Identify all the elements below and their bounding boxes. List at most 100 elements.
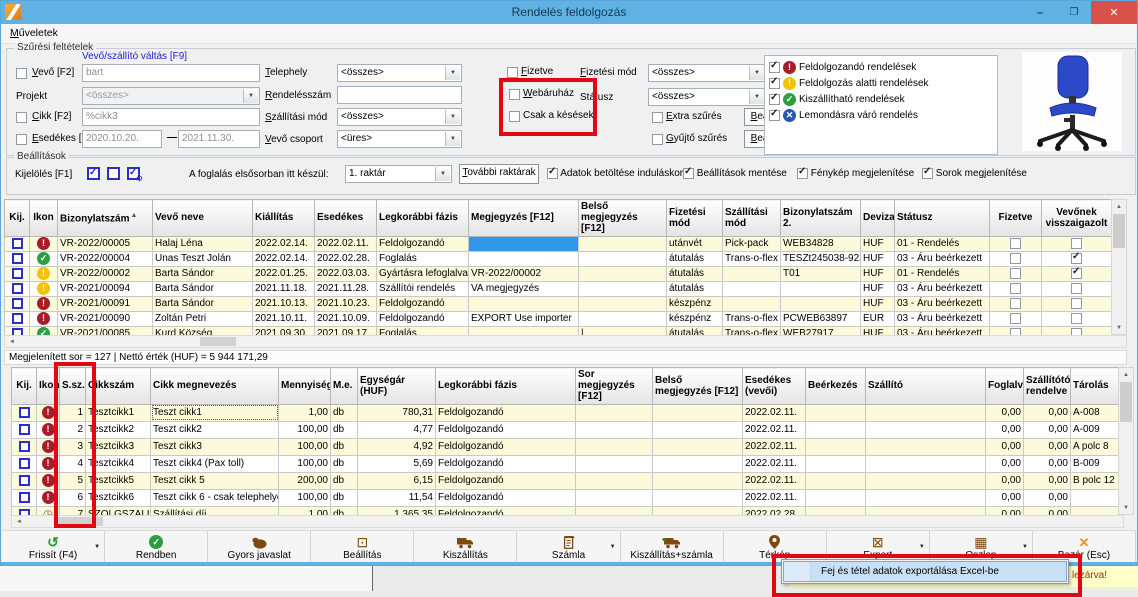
- cell-checkbox[interactable]: [1071, 313, 1082, 324]
- orders-cell[interactable]: WEB34828: [781, 236, 861, 251]
- menu-muveletek[interactable]: Műveletek: [2, 24, 66, 42]
- orders-cell[interactable]: 03 - Áru beérkezett: [895, 281, 990, 296]
- row-select-checkbox[interactable]: [12, 268, 23, 279]
- items-cell[interactable]: [576, 438, 653, 455]
- row-select-checkbox[interactable]: [12, 253, 23, 264]
- items-cell[interactable]: Tesztcikk6: [86, 489, 151, 506]
- items-cell[interactable]: Tesztcikk5: [86, 472, 151, 489]
- row-select-checkbox[interactable]: [19, 424, 30, 435]
- items-cell[interactable]: 2022.02.11.: [743, 404, 806, 421]
- items-cell[interactable]: 0,00: [1024, 404, 1071, 421]
- items-column-header[interactable]: Esedékes (vevői): [743, 368, 806, 405]
- rendelesszam-input[interactable]: [337, 86, 462, 104]
- orders-cell[interactable]: [5, 311, 30, 326]
- items-cell[interactable]: Feldolgozandó: [436, 421, 576, 438]
- orders-cell[interactable]: [1042, 266, 1112, 281]
- orders-column-header[interactable]: Kij.: [5, 200, 30, 237]
- orders-column-header[interactable]: Legkorábbi fázis: [377, 200, 469, 237]
- orders-cell[interactable]: VR-2022/00002: [58, 266, 153, 281]
- cell-checkbox[interactable]: [1071, 268, 1082, 279]
- orders-cell[interactable]: 2022.02.14.: [253, 236, 315, 251]
- legend-checkbox[interactable]: [769, 110, 780, 121]
- cikk-checkbox[interactable]: [16, 112, 27, 123]
- items-cell[interactable]: [866, 455, 986, 472]
- orders-cell[interactable]: [579, 281, 667, 296]
- orders-column-header[interactable]: Deviza: [861, 200, 895, 237]
- items-cell[interactable]: 11,54: [358, 489, 436, 506]
- cell-checkbox[interactable]: [1071, 283, 1082, 294]
- items-cell[interactable]: db: [331, 489, 358, 506]
- items-cell[interactable]: A polc 8: [1071, 438, 1119, 455]
- items-cell[interactable]: 0,00: [986, 489, 1024, 506]
- items-cell[interactable]: [12, 455, 37, 472]
- items-cell[interactable]: [806, 489, 866, 506]
- orders-cell[interactable]: [781, 281, 861, 296]
- items-cell[interactable]: [653, 438, 743, 455]
- orders-cell[interactable]: [781, 296, 861, 311]
- orders-cell[interactable]: 2022.02.14.: [253, 251, 315, 266]
- orders-cell[interactable]: EUR: [861, 311, 895, 326]
- orders-cell[interactable]: átutalás: [667, 281, 723, 296]
- orders-cell[interactable]: [5, 281, 30, 296]
- items-cell[interactable]: [576, 472, 653, 489]
- select-none-checkbox[interactable]: [107, 167, 120, 180]
- items-cell[interactable]: [653, 455, 743, 472]
- orders-cell[interactable]: átutalás: [667, 251, 723, 266]
- scrollbar-thumb[interactable]: [57, 517, 103, 526]
- orders-column-header[interactable]: Fizetve: [990, 200, 1042, 237]
- items-horizontal-scrollbar[interactable]: [11, 515, 1124, 528]
- orders-cell[interactable]: 2021.10.09.: [315, 311, 377, 326]
- minimize-button[interactable]: [1023, 1, 1057, 24]
- orders-cell[interactable]: [579, 251, 667, 266]
- items-cell[interactable]: !: [37, 455, 60, 472]
- dropdown-arrow-icon[interactable]: ▼: [610, 544, 616, 550]
- scroll-left-icon[interactable]: [5, 336, 19, 347]
- scrollbar-thumb[interactable]: [1120, 382, 1132, 422]
- items-column-header[interactable]: Sor megjegyzés [F12]: [576, 368, 653, 405]
- items-cell[interactable]: Teszt cikk2: [151, 421, 279, 438]
- orders-cell[interactable]: [579, 236, 667, 251]
- orders-cell[interactable]: [990, 266, 1042, 281]
- orders-cell[interactable]: [5, 296, 30, 311]
- settings-checkbox[interactable]: [797, 168, 808, 179]
- orders-cell[interactable]: [1042, 236, 1112, 251]
- orders-cell[interactable]: HUF: [861, 251, 895, 266]
- dropdown-arrow-icon[interactable]: ▼: [919, 544, 925, 550]
- items-cell[interactable]: 5: [60, 472, 86, 489]
- orders-cell[interactable]: [579, 311, 667, 326]
- webaruhaz-checkbox[interactable]: [509, 89, 520, 100]
- items-column-header[interactable]: Szállítótól rendelve: [1024, 368, 1071, 405]
- csak-a-kesesek-checkbox[interactable]: [509, 111, 520, 122]
- orders-cell[interactable]: [723, 296, 781, 311]
- items-cell[interactable]: 2022.02.11.: [743, 472, 806, 489]
- orders-column-header[interactable]: Kiállítás: [253, 200, 315, 237]
- items-cell[interactable]: db: [331, 438, 358, 455]
- orders-cell[interactable]: VR-2022/00005: [58, 236, 153, 251]
- scrollbar-thumb[interactable]: [200, 337, 236, 346]
- items-cell[interactable]: db: [331, 472, 358, 489]
- items-cell[interactable]: [866, 489, 986, 506]
- scroll-up-icon[interactable]: [1119, 368, 1133, 381]
- orders-cell[interactable]: [1042, 311, 1112, 326]
- scroll-down-icon[interactable]: [1119, 501, 1133, 514]
- items-cell[interactable]: 2022.02.11.: [743, 455, 806, 472]
- orders-cell[interactable]: 2021.11.28.: [315, 281, 377, 296]
- vevo-checkbox[interactable]: [16, 68, 27, 79]
- orders-cell[interactable]: [1042, 281, 1112, 296]
- orders-cell[interactable]: !: [30, 266, 58, 281]
- scrollbar-thumb[interactable]: [1113, 214, 1125, 248]
- orders-cell[interactable]: !: [30, 281, 58, 296]
- orders-cell[interactable]: [469, 296, 579, 311]
- row-select-checkbox[interactable]: [19, 441, 30, 452]
- orders-cell[interactable]: !: [30, 236, 58, 251]
- toolbar-button-szamla[interactable]: Számla▼: [517, 531, 620, 565]
- items-cell[interactable]: 6: [60, 489, 86, 506]
- items-cell[interactable]: B polc 12: [1071, 472, 1119, 489]
- toolbar-button-kiszallitas[interactable]: Kiszállítás: [414, 531, 517, 565]
- row-select-checkbox[interactable]: [12, 283, 23, 294]
- items-cell[interactable]: Teszt cikk 6 - csak telephelyes: [151, 489, 279, 506]
- items-cell[interactable]: 0,00: [986, 421, 1024, 438]
- titlebar[interactable]: Rendelés feldolgozás: [1, 1, 1137, 24]
- orders-cell[interactable]: Unas Teszt Jolán: [153, 251, 253, 266]
- items-cell[interactable]: 2: [60, 421, 86, 438]
